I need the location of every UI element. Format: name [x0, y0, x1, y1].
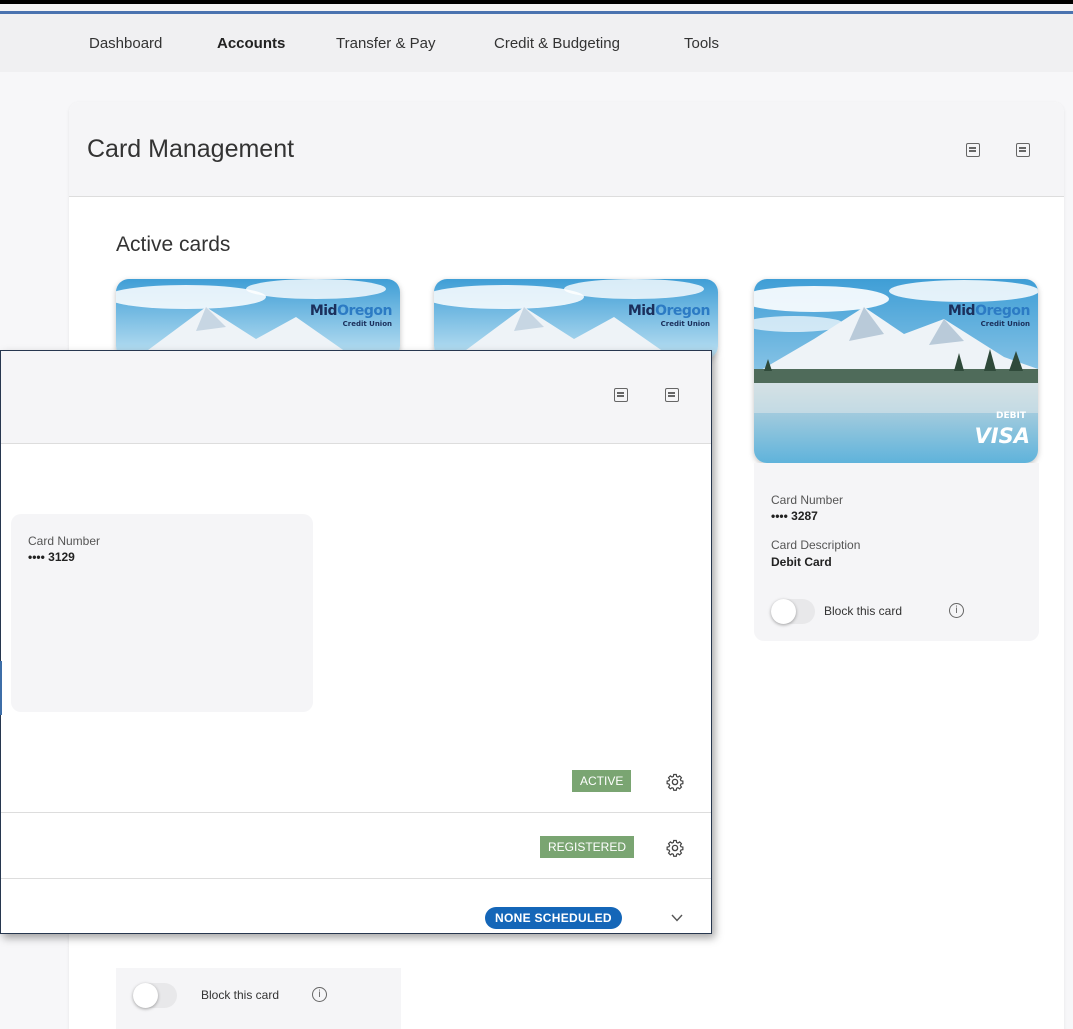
row-divider: [1, 878, 711, 879]
schedule-badge: NONE SCHEDULED: [485, 907, 622, 929]
block-card-label: Block this card: [201, 988, 280, 1002]
export-icon[interactable]: [665, 388, 679, 402]
top-border: [0, 0, 1073, 4]
card-logo: MidOregon Credit Union: [309, 303, 393, 328]
panel-header: Card Management: [69, 102, 1064, 197]
registration-badge: REGISTERED: [540, 836, 635, 858]
nav-accounts[interactable]: Accounts: [217, 35, 285, 52]
main-nav: Dashboard Accounts Transfer & Pay Credit…: [0, 14, 1073, 72]
block-card-label: Block this card: [824, 604, 903, 618]
row-divider: [1, 812, 711, 813]
status-badge: ACTIVE: [572, 770, 632, 792]
export-icon[interactable]: [1016, 143, 1030, 157]
gear-icon[interactable]: [666, 773, 684, 791]
visa-logo: VISA: [974, 424, 1030, 448]
detail-header: [1, 351, 711, 444]
card-details: Card Number •••• 3287 Card Description D…: [754, 463, 1039, 641]
debit-card-image-2[interactable]: MidOregon Credit Union: [434, 279, 718, 359]
nav-dashboard[interactable]: Dashboard: [89, 35, 162, 52]
block-card-toggle[interactable]: [133, 983, 177, 1008]
card-number-label: Card Number: [28, 534, 101, 548]
info-icon[interactable]: i: [949, 603, 964, 618]
card-number-value: •••• 3129: [28, 550, 75, 564]
card-logo: MidOregon Credit Union: [947, 303, 1031, 328]
card-description-label: Card Description: [771, 538, 861, 552]
nav-credit-budgeting[interactable]: Credit & Budgeting: [494, 35, 620, 52]
debit-card-image-3[interactable]: MidOregon Credit Union DEBIT VISA: [754, 279, 1038, 463]
card-description-value: Debit Card: [771, 555, 832, 569]
card-edge: [0, 661, 2, 715]
card-number-value: •••• 3287: [771, 509, 818, 523]
page-title: Card Management: [87, 135, 295, 163]
chevron-down-icon[interactable]: [671, 912, 683, 924]
info-icon[interactable]: i: [312, 987, 327, 1002]
card-type-label: DEBIT: [996, 411, 1026, 421]
nav-transfer-pay[interactable]: Transfer & Pay: [336, 35, 435, 52]
card-details: Card Number •••• 3129: [11, 514, 313, 712]
block-card-toggle[interactable]: [771, 599, 815, 624]
zoomed-card-detail: Card Number •••• 3129 ACTIVE REGISTERED …: [0, 350, 712, 934]
nav-tools[interactable]: Tools: [684, 35, 719, 52]
print-icon[interactable]: [966, 143, 980, 157]
gear-icon[interactable]: [666, 839, 684, 857]
section-title-active-cards: Active cards: [116, 233, 231, 256]
app-page: Dashboard Accounts Transfer & Pay Credit…: [0, 0, 1073, 1029]
card-details-partial: Block this card i: [116, 968, 401, 1029]
card-logo: MidOregon Credit Union: [627, 303, 711, 328]
card-number-label: Card Number: [771, 493, 844, 507]
print-icon[interactable]: [614, 388, 628, 402]
debit-card-image-1[interactable]: MidOregon Credit Union: [116, 279, 400, 359]
